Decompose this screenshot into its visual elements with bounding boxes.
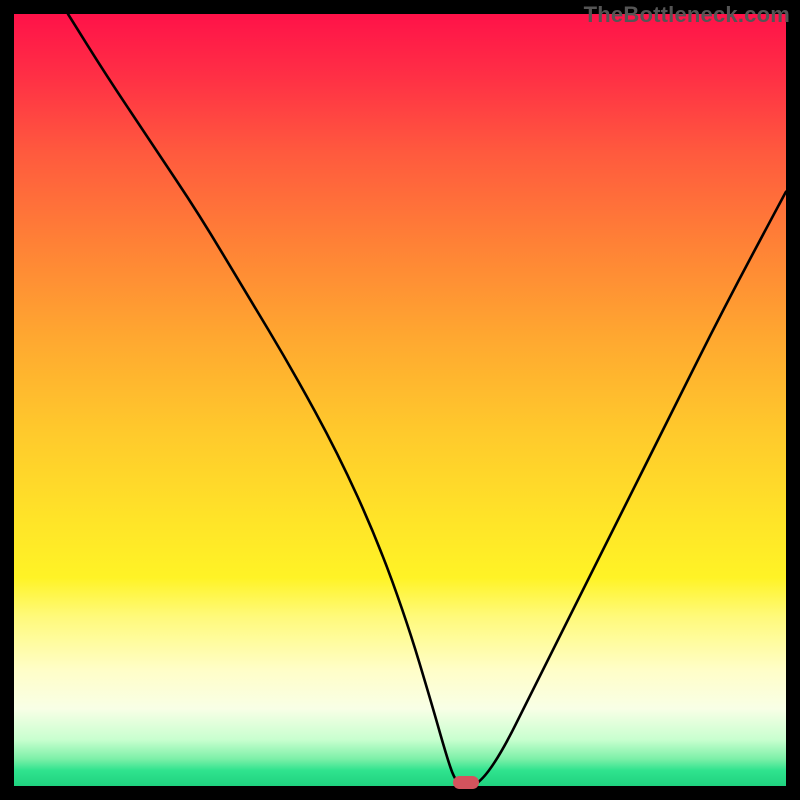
optimal-marker — [453, 776, 479, 789]
curve-svg — [14, 14, 786, 786]
plot-area — [14, 14, 786, 786]
chart-container: TheBottleneck.com — [0, 0, 800, 800]
bottleneck-curve — [68, 14, 786, 786]
watermark-text: TheBottleneck.com — [584, 2, 790, 28]
